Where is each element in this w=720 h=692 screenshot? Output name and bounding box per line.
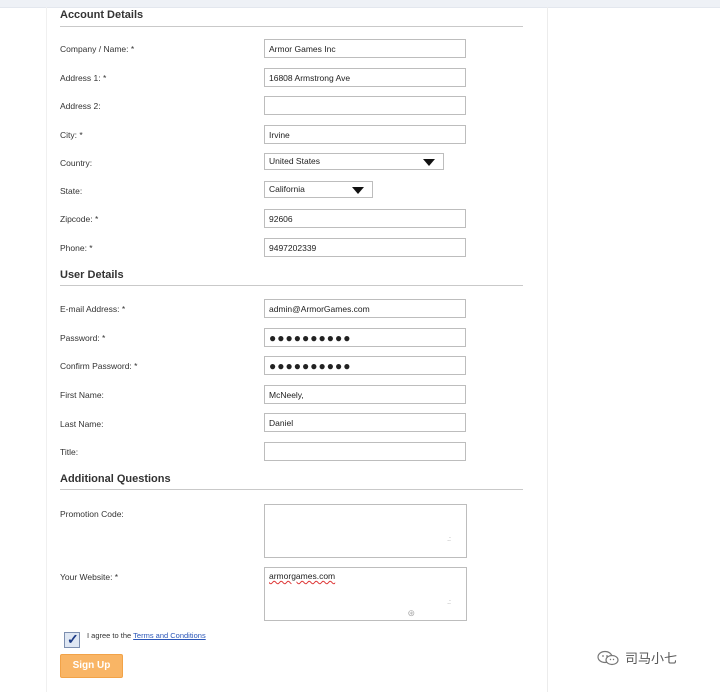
account-details-rule	[60, 26, 523, 27]
state-label: State:	[60, 186, 83, 196]
wechat-icon	[597, 650, 619, 665]
email-field[interactable]	[264, 299, 466, 318]
chevron-down-icon	[423, 159, 435, 166]
user-details-heading: User Details	[60, 269, 124, 281]
zip-label: Zipcode: *	[60, 214, 99, 224]
country-selected-value: United States	[269, 156, 321, 166]
agree-text: I agree to the Terms and Conditions	[87, 631, 206, 640]
last-name-field[interactable]	[264, 413, 466, 432]
email-label: E-mail Address: *	[60, 304, 126, 314]
country-label: Country:	[60, 158, 93, 168]
title-label: Title:	[60, 447, 79, 457]
page: Account Details Company / Name: * Addres…	[0, 0, 720, 692]
state-selected-value: California	[269, 184, 305, 194]
first-name-label: First Name:	[60, 390, 104, 400]
agree-prefix: I agree to the	[87, 631, 132, 640]
last-name-label: Last Name:	[60, 419, 104, 429]
user-details-rule	[60, 285, 523, 286]
password-field[interactable]	[264, 328, 466, 347]
terms-link[interactable]: Terms and Conditions	[133, 631, 206, 640]
website-label: Your Website: *	[60, 572, 119, 582]
checkmark-icon: ✓	[67, 631, 79, 647]
confirm-password-label: Confirm Password: *	[60, 361, 138, 371]
phone-label: Phone: *	[60, 243, 93, 253]
first-name-field[interactable]	[264, 385, 466, 404]
additional-questions-rule	[60, 489, 523, 490]
chevron-down-icon	[352, 187, 364, 194]
resize-grip-icon[interactable]: .:	[447, 536, 451, 543]
title-field[interactable]	[264, 442, 466, 461]
country-select[interactable]: United States	[264, 153, 444, 170]
spellcheck-icon[interactable]: ⊛	[407, 608, 415, 619]
confirm-password-field[interactable]	[264, 356, 466, 375]
sign-up-button[interactable]: Sign Up	[60, 654, 123, 678]
signup-form: Account Details Company / Name: * Addres…	[0, 0, 720, 692]
resize-grip-icon[interactable]: .:	[447, 599, 451, 606]
city-field[interactable]	[264, 125, 466, 144]
address1-label: Address 1: *	[60, 73, 107, 83]
address2-field[interactable]	[264, 96, 466, 115]
promotion-code-textarea[interactable]: .:	[264, 504, 467, 558]
password-label: Password: *	[60, 333, 106, 343]
watermark: 司马小七	[597, 648, 677, 667]
city-label: City: *	[60, 130, 83, 140]
company-field[interactable]	[264, 39, 466, 58]
website-value: armorgames.com	[269, 571, 336, 581]
account-details-heading: Account Details	[60, 9, 144, 21]
company-label: Company / Name: *	[60, 44, 135, 54]
phone-field[interactable]	[264, 238, 466, 257]
state-select[interactable]: California	[264, 181, 373, 198]
address2-label: Address 2:	[60, 101, 101, 111]
website-textarea[interactable]: armorgames.com .: ⊛	[264, 567, 467, 621]
address1-field[interactable]	[264, 68, 466, 87]
promotion-code-label: Promotion Code:	[60, 509, 124, 519]
additional-questions-heading: Additional Questions	[60, 473, 171, 485]
agree-checkbox[interactable]: ✓	[64, 631, 80, 648]
watermark-text: 司马小七	[625, 651, 678, 666]
zip-field[interactable]	[264, 209, 466, 228]
